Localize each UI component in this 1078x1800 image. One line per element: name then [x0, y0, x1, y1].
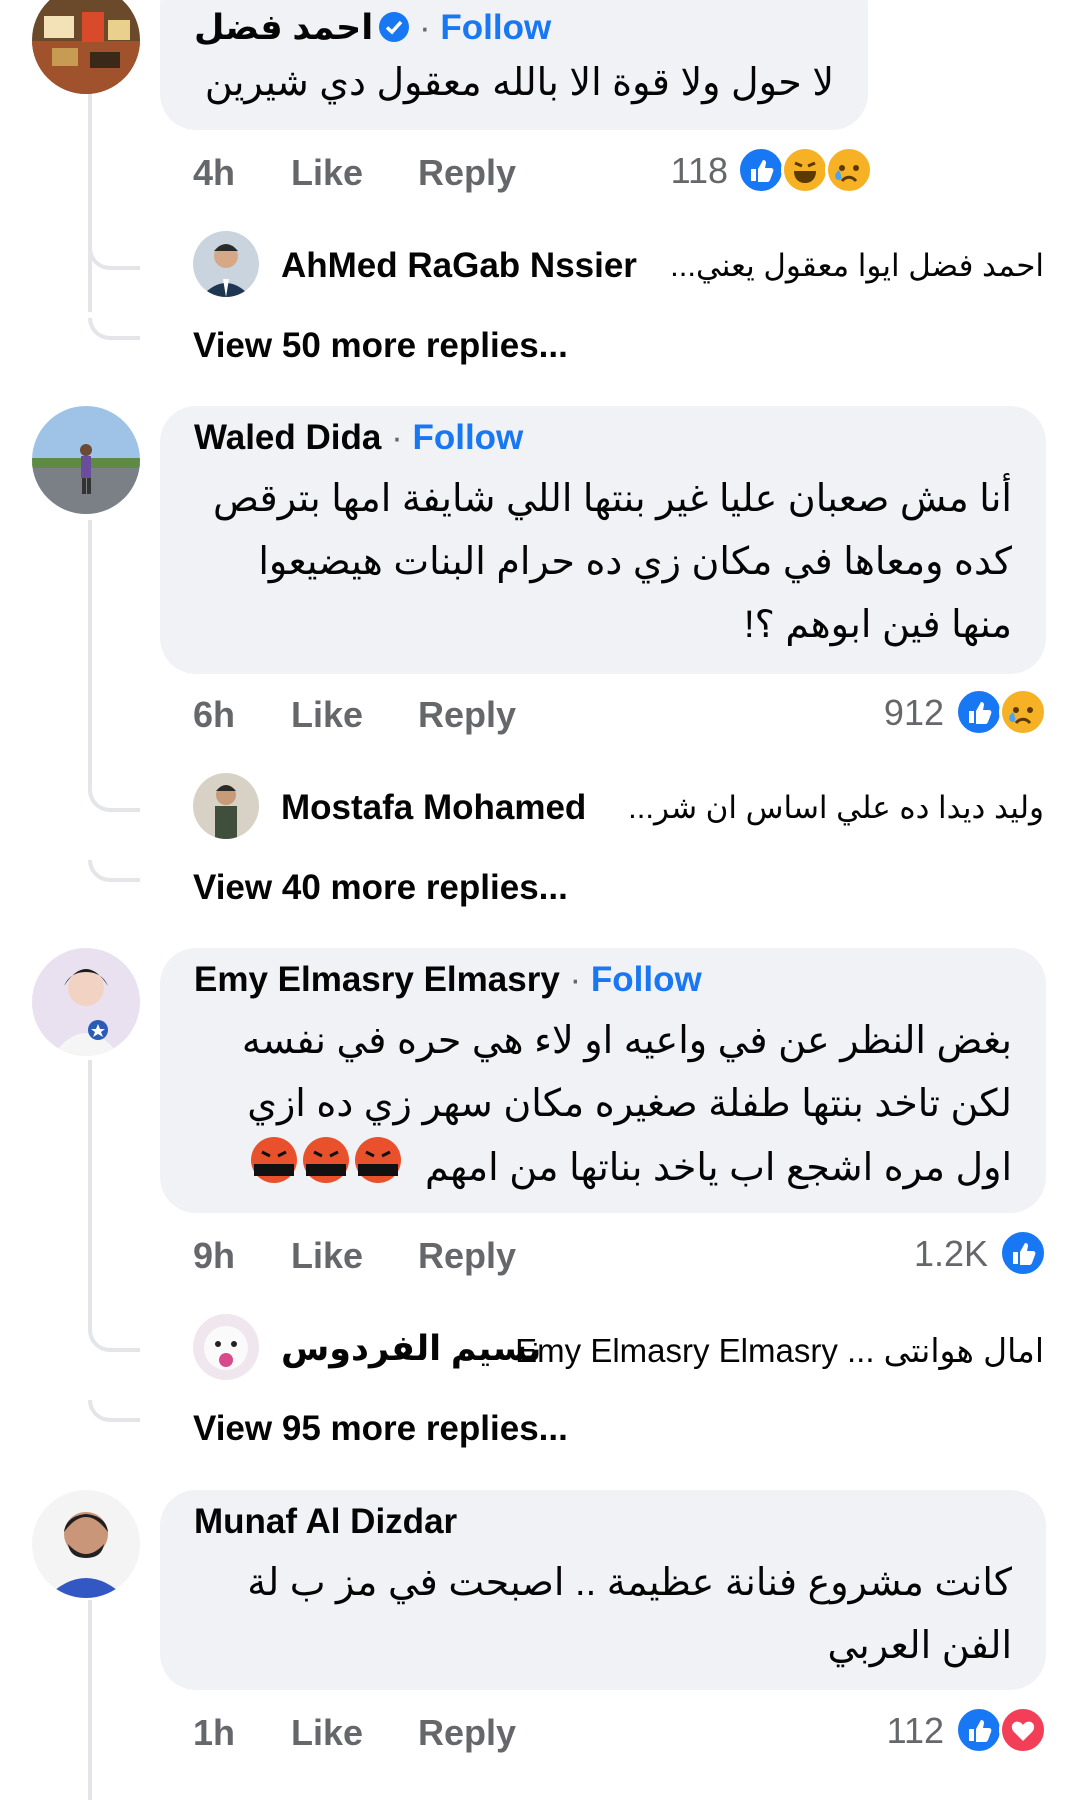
follow-button[interactable]: Follow: [440, 8, 551, 47]
thread-curve: [88, 860, 140, 882]
like-button[interactable]: Like: [291, 152, 363, 194]
sad-icon: [999, 688, 1047, 736]
timestamp[interactable]: 4h: [193, 152, 235, 194]
thread-curve: [88, 318, 140, 340]
verified-badge-icon: [379, 11, 410, 42]
comment-line: الفن العربي: [827, 1625, 1012, 1667]
comment-text: أنا مش صعبان عليا غير بنتها اللي شايفة ا…: [213, 468, 1012, 657]
like-button[interactable]: Like: [291, 1712, 363, 1754]
view-more-replies[interactable]: View 50 more replies...: [193, 326, 568, 366]
timestamp[interactable]: 6h: [193, 694, 235, 736]
separator-dot: ·: [391, 418, 403, 457]
cursing-face-icon: [303, 1137, 350, 1183]
comment-text: كانت مشروع فنانة عظيمة .. اصبحت في مز ب …: [247, 1552, 1012, 1678]
thread-curve: [88, 1330, 140, 1352]
reply-button[interactable]: Reply: [418, 1235, 516, 1277]
follow-button[interactable]: Follow: [591, 960, 702, 999]
view-more-replies[interactable]: View 40 more replies...: [193, 868, 568, 908]
reply-author-name[interactable]: نسيم الفردوس: [281, 1329, 541, 1369]
reply-button[interactable]: Reply: [418, 694, 516, 736]
cursing-face-icon: [251, 1137, 298, 1183]
avatar[interactable]: [32, 0, 140, 94]
like-icon: [737, 146, 785, 194]
like-button[interactable]: Like: [291, 1235, 363, 1277]
reaction-count[interactable]: 118: [671, 150, 728, 192]
comment-line-text: اول مره اشجع اب ياخد بناتها من امهم: [424, 1147, 1012, 1190]
haha-icon: [781, 146, 829, 194]
reaction-count[interactable]: 912: [884, 692, 944, 734]
cursing-face-icon: [355, 1137, 402, 1183]
thread-curve: [88, 790, 140, 812]
reply-preview-text[interactable]: احمد فضل ايوا معقول يعني...: [670, 248, 1044, 284]
avatar[interactable]: [193, 231, 259, 297]
comment-line: منها فين ابوهم ؟!: [744, 604, 1012, 646]
comment-header: Munaf Al Dizdar: [194, 1502, 457, 1542]
thread-line: [88, 62, 92, 312]
comment-line: اول مره اشجع اب ياخد بناتها من امهم: [242, 1136, 1012, 1204]
comment-line: كده ومعاها في مكان زي ده حرام البنات هيض…: [258, 541, 1012, 583]
avatar[interactable]: [193, 773, 259, 839]
avatar[interactable]: [32, 406, 140, 514]
author-name[interactable]: احمد فضل: [194, 8, 373, 47]
thread-curve: [88, 1400, 140, 1422]
comment-text: بغض النظر عن في واعيه او لاء هي حره في ن…: [242, 1010, 1012, 1204]
comment-line: كانت مشروع فنانة عظيمة .. اصبحت في مز ب …: [247, 1562, 1012, 1604]
avatar[interactable]: [193, 1314, 259, 1380]
comment-text: لا حول ولا قوة الا بالله معقول دي شيرين: [205, 52, 834, 115]
like-icon: [955, 688, 1003, 736]
comment-header: احمد فضل · Follow: [194, 8, 551, 48]
comment-line: بغض النظر عن في واعيه او لاء هي حره في ن…: [241, 1020, 1012, 1062]
comment-line: لا حول ولا قوة الا بالله معقول دي شيرين: [204, 62, 834, 104]
timestamp[interactable]: 9h: [193, 1235, 235, 1277]
comment-bubble: Waled Dida · Follow أنا مش صعبان عليا غي…: [160, 406, 1046, 674]
love-icon: [999, 1706, 1047, 1754]
comment-line: أنا مش صعبان عليا غير بنتها اللي شايفة ا…: [212, 478, 1012, 520]
reaction-count[interactable]: 1.2K: [914, 1233, 988, 1275]
reply-preview-text[interactable]: وليد ديدا ده علي اساس ان شر...: [628, 790, 1044, 826]
comment-line: لكن تاخد بنتها طفلة صغيره مكان سهر زي ده…: [247, 1083, 1012, 1125]
like-icon: [999, 1229, 1047, 1277]
comment-header: Waled Dida · Follow: [194, 418, 523, 458]
view-more-replies[interactable]: View 95 more replies...: [193, 1409, 568, 1449]
avatar[interactable]: [32, 948, 140, 1056]
sad-icon: [825, 146, 873, 194]
comment-bubble: احمد فضل · Follow لا حول ولا قوة الا بال…: [160, 0, 868, 130]
separator-dot: ·: [419, 8, 431, 47]
author-name[interactable]: Waled Dida: [194, 418, 381, 457]
avatar[interactable]: [32, 1490, 140, 1598]
comment-bubble: Munaf Al Dizdar كانت مشروع فنانة عظيمة .…: [160, 1490, 1046, 1690]
like-icon: [955, 1706, 1003, 1754]
thread-line: [88, 1600, 92, 1800]
reply-author-name[interactable]: Mostafa Mohamed: [281, 788, 586, 828]
thread-line: [88, 1060, 92, 1330]
author-name[interactable]: Emy Elmasry Elmasry: [194, 960, 560, 999]
emoji-group: [248, 1136, 404, 1204]
reply-author-name[interactable]: AhMed RaGab Nssier: [281, 246, 637, 286]
comment-header: Emy Elmasry Elmasry · Follow: [194, 960, 702, 1000]
reply-preview-text[interactable]: امال هوانتى ... Emy Elmasry Elmasry: [515, 1331, 1044, 1370]
separator-dot: ·: [569, 960, 582, 999]
reply-button[interactable]: Reply: [418, 1712, 516, 1754]
like-button[interactable]: Like: [291, 694, 363, 736]
comment-bubble: Emy Elmasry Elmasry · Follow بغض النظر ع…: [160, 948, 1046, 1213]
timestamp[interactable]: 1h: [193, 1712, 235, 1754]
reply-button[interactable]: Reply: [418, 152, 516, 194]
thread-curve: [88, 248, 140, 270]
author-name[interactable]: Munaf Al Dizdar: [194, 1502, 457, 1541]
follow-button[interactable]: Follow: [412, 418, 523, 457]
thread-line: [88, 520, 92, 790]
reaction-count[interactable]: 112: [887, 1710, 944, 1752]
